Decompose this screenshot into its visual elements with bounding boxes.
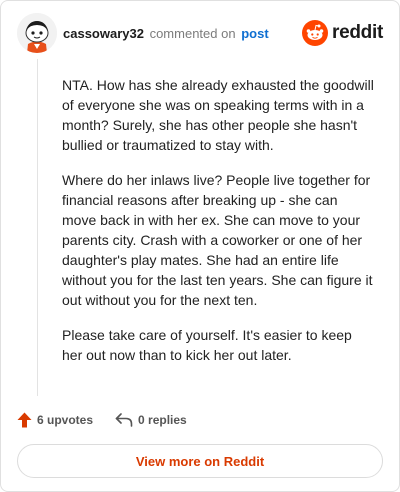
upvote-count: 6 upvotes [37, 413, 94, 427]
comment-actions: 6 upvotes 0 replies [17, 409, 209, 431]
action-text: commented on [149, 26, 236, 41]
reddit-snoo-icon [302, 20, 329, 46]
reddit-logo[interactable]: reddit [302, 19, 383, 47]
username-link[interactable]: cassowary32 [63, 26, 144, 41]
thread-line [37, 59, 38, 396]
reply-count: 0 replies [138, 413, 187, 427]
comment-paragraph-3: Please take care of yourself. It's easie… [62, 327, 352, 363]
comment-paragraph-1: NTA. How has she already exhausted the g… [62, 77, 374, 153]
comment-meta: cassowary32 commented on post [63, 26, 269, 42]
view-more-button[interactable]: View more on Reddit [17, 444, 383, 478]
embedded-comment-card: cassowary32 commented on post reddit NTA… [0, 0, 400, 492]
comment-body: NTA. How has she already exhausted the g… [62, 75, 374, 380]
reddit-wordmark: reddit [332, 22, 383, 43]
reply-arrow-icon [115, 413, 133, 427]
snoo-avatar-icon [17, 13, 57, 53]
avatar[interactable] [17, 13, 57, 53]
post-link[interactable]: post [241, 26, 268, 41]
comment-header: cassowary32 commented on post reddit [17, 13, 383, 53]
upvote-button[interactable]: 6 upvotes [17, 412, 93, 428]
upvote-arrow-icon [17, 412, 32, 428]
reply-button[interactable]: 0 replies [115, 413, 187, 427]
comment-paragraph-2: Where do her inlaws live? People live to… [62, 172, 373, 308]
